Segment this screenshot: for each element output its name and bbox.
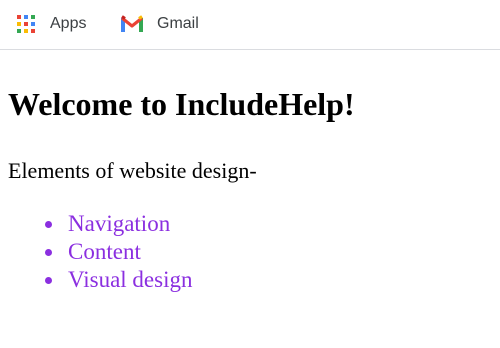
- apps-label: Apps: [50, 15, 87, 32]
- apps-grid-icon: [16, 14, 36, 34]
- list-item-label: Visual design: [68, 267, 193, 292]
- gmail-icon: [120, 15, 144, 33]
- page-title: Welcome to IncludeHelp!: [8, 86, 355, 122]
- list-item-content[interactable]: Content: [0, 238, 192, 266]
- page-content: Welcome to IncludeHelp! Elements of webs…: [0, 51, 500, 348]
- intro-text: Elements of website design-: [8, 158, 257, 183]
- list-item-label: Content: [68, 239, 141, 264]
- bullet-icon: [45, 249, 52, 256]
- bullet-icon: [45, 277, 52, 284]
- apps-bookmark[interactable]: Apps: [16, 13, 86, 35]
- gmail-bookmark[interactable]: Gmail: [120, 13, 199, 35]
- list-item-navigation[interactable]: Navigation: [0, 210, 192, 238]
- bullet-icon: [45, 221, 52, 228]
- gmail-label: Gmail: [157, 15, 199, 32]
- list-item-label: Navigation: [68, 211, 171, 236]
- design-elements-list: Navigation Content Visual design: [0, 210, 192, 294]
- bookmarks-bar: Apps Gmail: [0, 0, 500, 50]
- list-item-visual-design[interactable]: Visual design: [0, 266, 192, 294]
